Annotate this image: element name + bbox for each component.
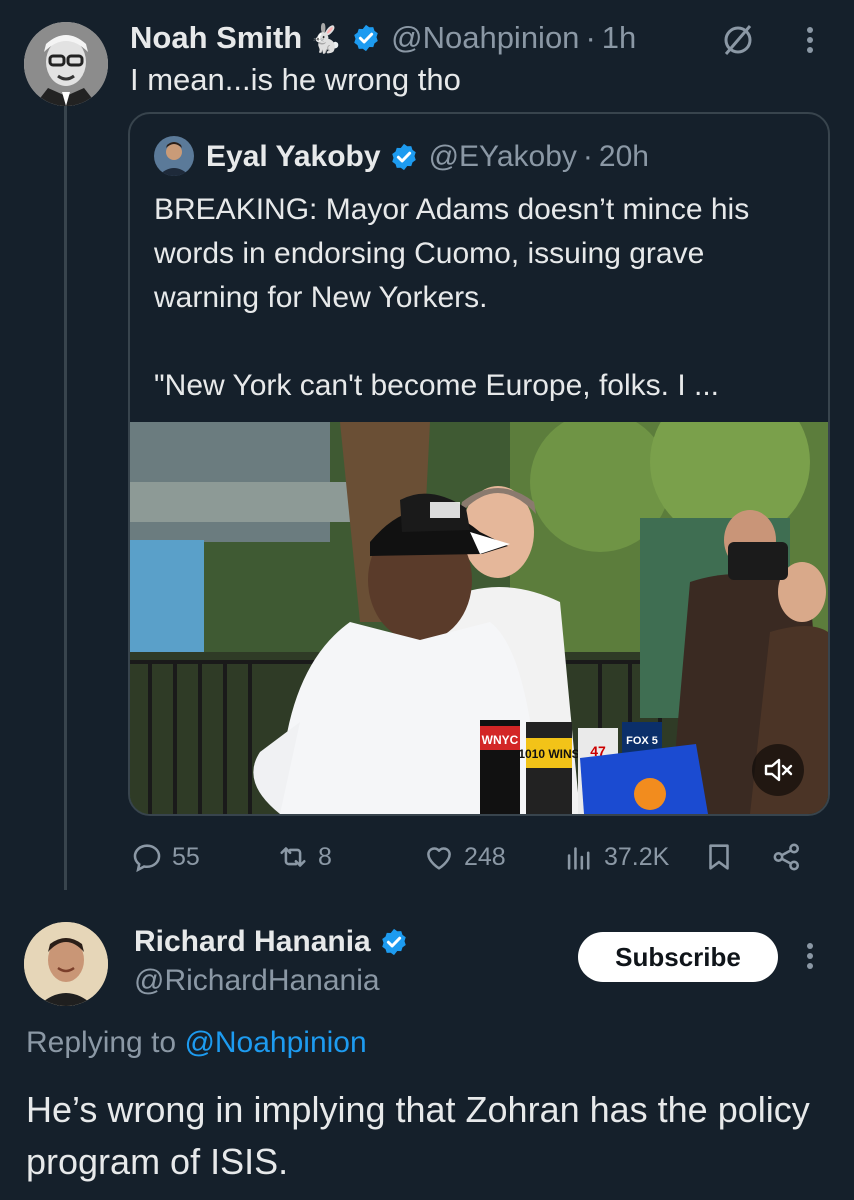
views-icon: [567, 847, 590, 870]
mute-button[interactable]: [752, 744, 804, 796]
reply-button[interactable]: 55: [130, 834, 200, 880]
quoted-timestamp: 20h: [598, 140, 649, 173]
replying-to-prefix: Replying to: [26, 1026, 185, 1059]
quoted-video[interactable]: WNYC 1010 WINS 47 FOX 5: [130, 422, 828, 814]
view-count: 37.2K: [604, 842, 670, 871]
quoted-tweet-card[interactable]: Eyal Yakoby @EYakoby · 20h BREAKING: May…: [128, 112, 830, 816]
bookmark-button[interactable]: [702, 834, 744, 880]
grok-icon[interactable]: [718, 20, 758, 60]
avatar-eyal-yakoby[interactable]: [154, 136, 194, 176]
verified-badge-icon: [389, 142, 419, 172]
repost-count: 8: [318, 842, 332, 871]
quoted-tweet-header: Eyal Yakoby @EYakoby · 20h: [206, 134, 649, 180]
more-icon[interactable]: [796, 20, 824, 60]
quoted-text-paragraph-1: BREAKING: Mayor Adams doesn’t mince his …: [154, 193, 750, 314]
reply-icon: [133, 844, 161, 873]
reply-tweet-header: Richard Hanania: [134, 922, 409, 962]
separator-dot: ·: [582, 140, 593, 173]
mic-label-1: WNYC: [482, 733, 519, 747]
separator-dot: ·: [585, 20, 596, 55]
like-button[interactable]: 248: [422, 834, 506, 880]
author-handle[interactable]: @Noahpinion: [391, 20, 579, 56]
quoted-text-paragraph-2: "New York can't become Europe, folks. I …: [154, 369, 719, 402]
quoted-tweet-text: BREAKING: Mayor Adams doesn’t mince his …: [154, 188, 814, 408]
views-button[interactable]: 37.2K: [562, 834, 669, 880]
more-icon[interactable]: [796, 936, 824, 976]
main-tweet-header: Noah Smith 🐇 @Noahpinion · 1h: [130, 18, 636, 58]
verified-badge-icon: [351, 23, 381, 53]
bookmark-icon: [709, 844, 729, 870]
action-bar: 55 8 248 37.2K: [130, 834, 830, 880]
like-count: 248: [464, 842, 506, 871]
verified-badge-icon: [379, 927, 409, 957]
mic-label-2: 1010 WINS: [518, 747, 579, 761]
reply-author-name[interactable]: Richard Hanania: [134, 925, 371, 959]
mute-icon: [764, 758, 793, 782]
author-name[interactable]: Noah Smith: [130, 20, 302, 56]
reply-count: 55: [172, 842, 200, 871]
repost-icon: [280, 847, 306, 867]
timestamp[interactable]: 1h: [602, 20, 636, 56]
main-tweet-text: I mean...is he wrong tho: [130, 62, 461, 97]
share-button[interactable]: [770, 834, 812, 880]
subscribe-button[interactable]: Subscribe: [578, 932, 778, 982]
reply-tweet-text: He’s wrong in implying that Zohran has t…: [26, 1089, 810, 1182]
share-icon: [773, 843, 800, 871]
repost-button[interactable]: 8: [276, 834, 332, 880]
quoted-author-handle[interactable]: @EYakoby: [429, 140, 577, 174]
replying-to-line: Replying to @Noahpinion: [26, 1026, 367, 1060]
replying-to-mention[interactable]: @Noahpinion: [184, 1026, 366, 1059]
quoted-author-name[interactable]: Eyal Yakoby: [206, 140, 381, 174]
avatar-richard-hanania[interactable]: [24, 922, 108, 1006]
reply-author-handle[interactable]: @RichardHanania: [134, 964, 380, 998]
mic-label-4: FOX 5: [626, 735, 658, 747]
avatar-noah-smith[interactable]: [24, 22, 108, 106]
bunny-emoji: 🐇: [308, 22, 344, 54]
thread-connector-line: [64, 104, 67, 890]
like-icon: [427, 847, 451, 870]
